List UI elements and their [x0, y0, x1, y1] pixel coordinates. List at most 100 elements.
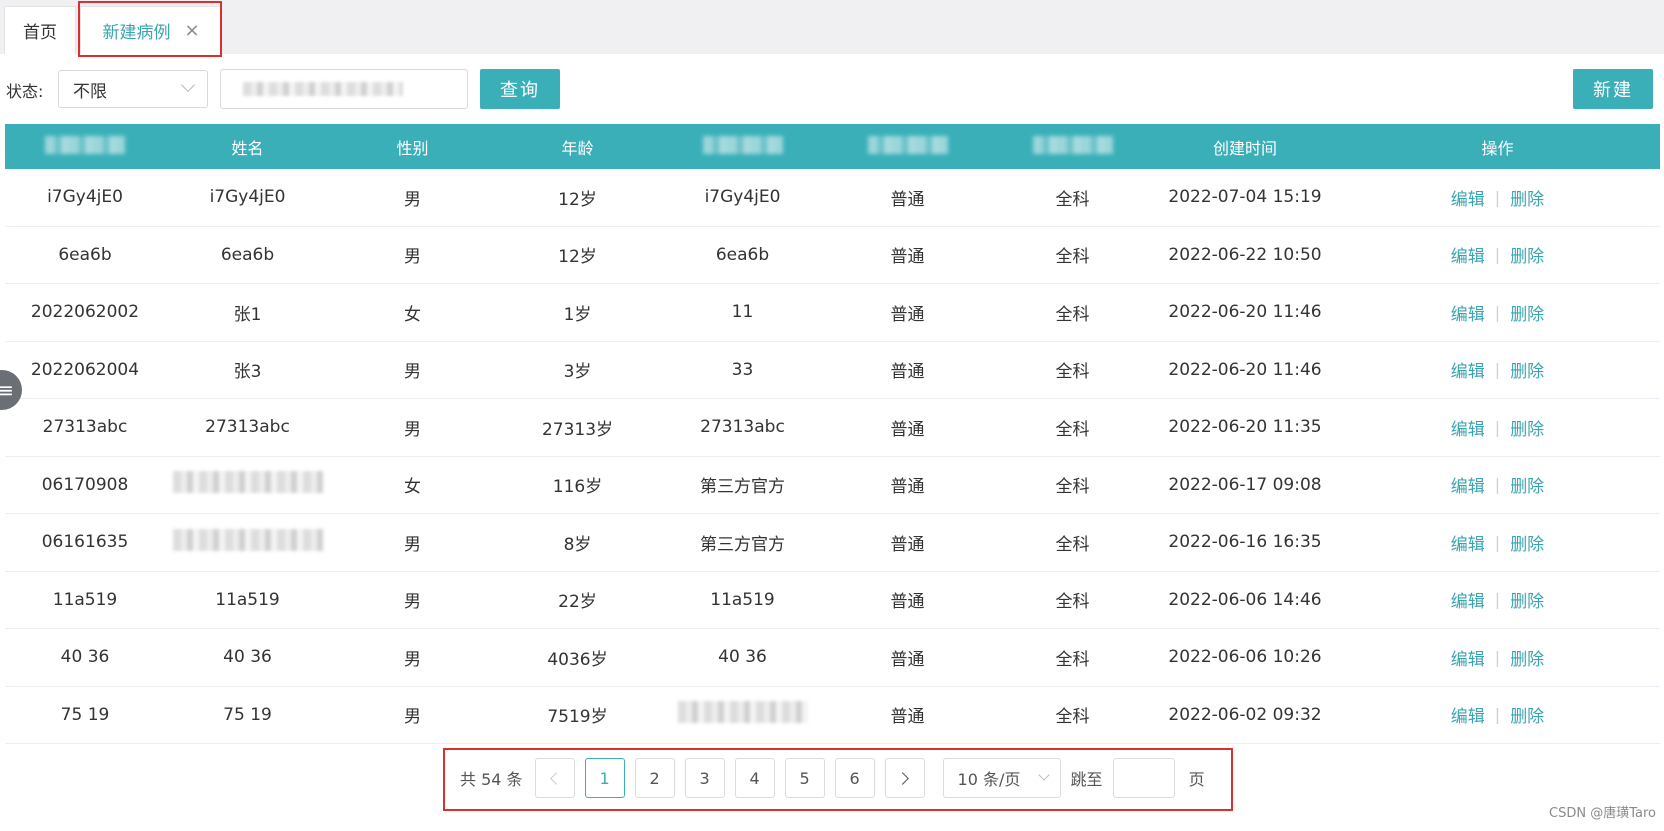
- cell-actions: 编辑 | 删除: [1335, 415, 1660, 440]
- page-button-6[interactable]: 6: [834, 758, 875, 798]
- table-row: 2022062004 张3 男 3岁 33 普通 全科 2022-06-20 1…: [5, 342, 1660, 399]
- cell-name: [165, 528, 330, 556]
- cell-col7: 全科: [1055, 649, 1090, 670]
- table-row: 2022062002 张1 女 1岁 11 普通 全科 2022-06-20 1…: [5, 284, 1660, 342]
- delete-link[interactable]: 删除: [1510, 415, 1544, 440]
- next-page-button[interactable]: [884, 758, 925, 798]
- cell-created-time: 2022-06-17 09:08: [1168, 474, 1322, 495]
- header-created-time: 创建时间: [1212, 138, 1277, 158]
- filter-toolbar: 状态: 不限 查询 新建: [0, 68, 1664, 110]
- cell-actions: 编辑 | 删除: [1335, 587, 1660, 612]
- table-row: 11a519 11a519 男 22岁 11a519 普通 全科 2022-06…: [5, 572, 1660, 629]
- cell-gender: 男: [404, 592, 421, 613]
- cell-col7: 全科: [1055, 189, 1090, 210]
- edit-link[interactable]: 编辑: [1451, 300, 1485, 325]
- jump-page-input[interactable]: [1112, 758, 1175, 798]
- cell-col7: 全科: [1055, 707, 1090, 728]
- edit-link[interactable]: 编辑: [1451, 242, 1485, 267]
- delete-link[interactable]: 删除: [1510, 300, 1544, 325]
- table-row: 06161635 男 8岁 第三方官方 普通 全科 2022-06-16 16:…: [5, 514, 1660, 572]
- cell-name: 75 19: [223, 704, 272, 725]
- cell-age: 12岁: [558, 247, 597, 268]
- edit-link[interactable]: 编辑: [1451, 587, 1485, 612]
- delete-link[interactable]: 删除: [1510, 472, 1544, 497]
- page-button-2[interactable]: 2: [634, 758, 675, 798]
- blurred-header: [45, 135, 125, 154]
- edit-link[interactable]: 编辑: [1451, 530, 1485, 555]
- cell-col6: 普通: [890, 477, 925, 498]
- header-cell-6: [825, 135, 990, 158]
- cell-gender: 女: [404, 304, 421, 325]
- delete-link[interactable]: 删除: [1510, 242, 1544, 267]
- delete-link[interactable]: 删除: [1510, 185, 1544, 210]
- chevron-down-icon: [180, 77, 196, 93]
- page-button-1[interactable]: 1: [584, 758, 625, 798]
- table-row: 27313abc 27313abc 男 27313岁 27313abc 普通 全…: [5, 399, 1660, 457]
- cell-gender: 男: [404, 419, 421, 440]
- page-button-3[interactable]: 3: [684, 758, 725, 798]
- cell-age: 116岁: [552, 477, 603, 498]
- blurred-name: [172, 471, 323, 494]
- header-age: 年龄: [561, 138, 594, 158]
- cell-age: 1岁: [563, 304, 592, 325]
- cell-name: i7Gy4jE0: [209, 187, 286, 208]
- cell-actions: 编辑 | 删除: [1335, 645, 1660, 670]
- prev-page-button[interactable]: [534, 758, 575, 798]
- cell-name: 27313abc: [205, 417, 290, 438]
- cell-col5: [660, 701, 825, 728]
- blurred-header: [1032, 135, 1113, 154]
- separator: |: [1494, 475, 1501, 495]
- query-button[interactable]: 查询: [480, 69, 560, 109]
- cell-col6: 普通: [890, 362, 925, 383]
- cell-id: 11a519: [52, 589, 118, 610]
- cell-id: 2022062002: [30, 302, 140, 323]
- cell-col7: 全科: [1055, 304, 1090, 325]
- cell-name: 张1: [233, 304, 262, 325]
- edit-link[interactable]: 编辑: [1451, 702, 1485, 727]
- cell-actions: 编辑 | 删除: [1335, 185, 1660, 210]
- edit-link[interactable]: 编辑: [1451, 357, 1485, 382]
- cell-col5: i7Gy4jE0: [704, 187, 781, 208]
- cell-gender: 男: [404, 362, 421, 383]
- edit-link[interactable]: 编辑: [1451, 185, 1485, 210]
- tab-home[interactable]: 首页: [4, 6, 76, 54]
- cases-table: 姓名 性别 年龄 创建时间 操作 i7Gy4jE0 i7Gy4jE0 男 12岁…: [5, 124, 1660, 744]
- cell-col5: 第三方官方: [700, 477, 785, 498]
- cell-actions: 编辑 | 删除: [1335, 472, 1660, 497]
- table-row: 75 19 75 19 男 7519岁 普通 全科 2022-06-02 09:…: [5, 687, 1660, 744]
- delete-link[interactable]: 删除: [1510, 702, 1544, 727]
- cell-col7: 全科: [1055, 477, 1090, 498]
- edit-link[interactable]: 编辑: [1451, 645, 1485, 670]
- delete-link[interactable]: 删除: [1510, 357, 1544, 382]
- header-name: 姓名: [231, 138, 264, 158]
- cell-age: 3岁: [563, 362, 592, 383]
- new-button[interactable]: 新建: [1573, 69, 1653, 109]
- cell-col6: 普通: [890, 419, 925, 440]
- cell-created-time: 2022-06-02 09:32: [1168, 704, 1322, 725]
- cell-created-time: 2022-06-20 11:46: [1168, 302, 1322, 323]
- cell-col6: 普通: [890, 534, 925, 555]
- status-select[interactable]: 不限: [58, 70, 208, 108]
- separator: |: [1494, 647, 1501, 667]
- separator: |: [1494, 590, 1501, 610]
- delete-link[interactable]: 删除: [1510, 587, 1544, 612]
- header-gender: 性别: [396, 138, 429, 158]
- delete-link[interactable]: 删除: [1510, 645, 1544, 670]
- page-size-select[interactable]: 10 条/页: [942, 758, 1061, 798]
- delete-link[interactable]: 删除: [1510, 530, 1544, 555]
- cell-name: [165, 471, 330, 498]
- jump-label: 跳至: [1070, 770, 1103, 789]
- page-size-value: 10 条/页: [957, 770, 1021, 789]
- edit-link[interactable]: 编辑: [1451, 415, 1485, 440]
- search-input[interactable]: [220, 69, 468, 109]
- cell-name: 6ea6b: [220, 244, 275, 265]
- cell-col6: 普通: [890, 189, 925, 210]
- cell-gender: 男: [404, 707, 421, 728]
- page-button-5[interactable]: 5: [784, 758, 825, 798]
- cell-gender: 男: [404, 649, 421, 670]
- page-button-4[interactable]: 4: [734, 758, 775, 798]
- cell-id: 40 36: [60, 647, 110, 668]
- table-row: 40 36 40 36 男 4036岁 40 36 普通 全科 2022-06-…: [5, 629, 1660, 687]
- edit-link[interactable]: 编辑: [1451, 472, 1485, 497]
- page: 首页 新建病例 × 状态: 不限 查询 新建 姓名 性别 年龄 创建时间 操作 …: [0, 0, 1664, 831]
